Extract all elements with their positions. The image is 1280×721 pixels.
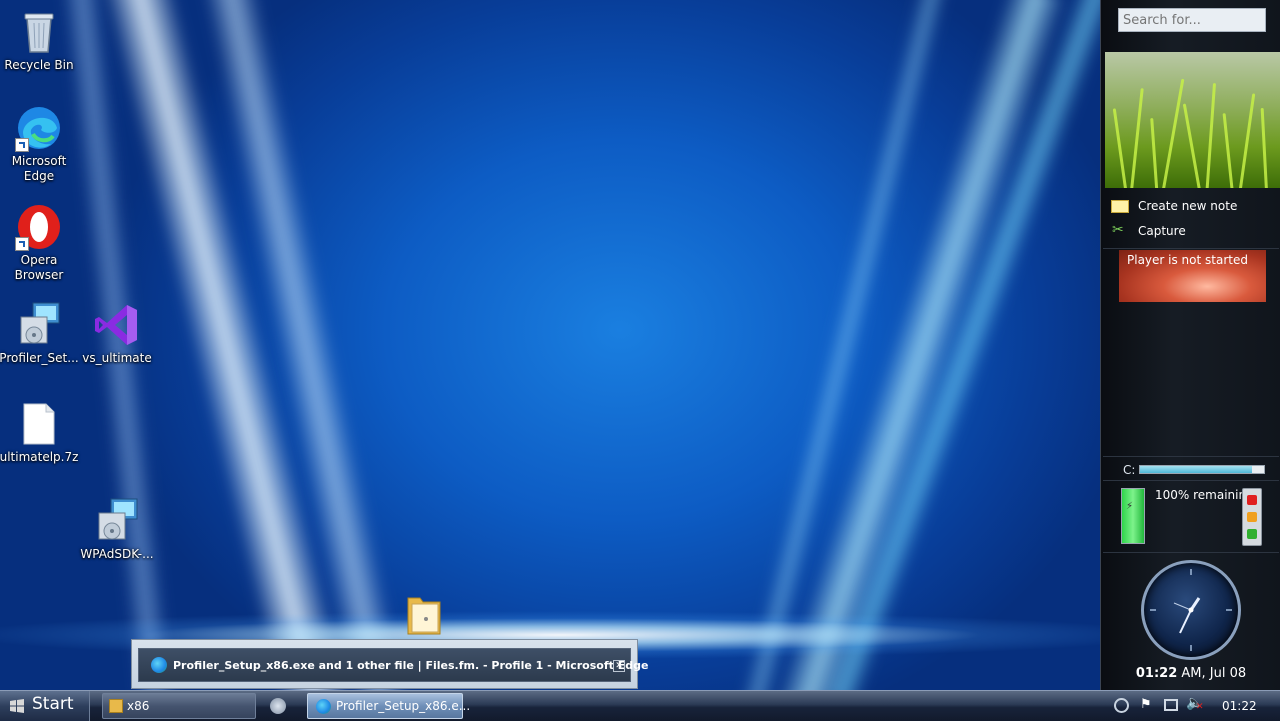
taskbar-item-x86[interactable]: x86: [102, 693, 256, 719]
network-icon[interactable]: [1164, 699, 1178, 711]
folder-icon: [109, 699, 123, 713]
edge-icon: [316, 699, 331, 714]
sidebar-divider: [1103, 248, 1279, 249]
desktop-icon-recycle-bin[interactable]: Recycle Bin: [0, 8, 79, 73]
visual-studio-icon: [93, 301, 141, 349]
red-light-icon: [1247, 495, 1257, 505]
dragged-folder-icon[interactable]: [406, 594, 444, 636]
close-icon[interactable]: ✕: [613, 660, 625, 672]
create-new-note-item[interactable]: Create new note: [1109, 197, 1279, 217]
battery-fill: [1122, 489, 1144, 543]
plug-icon: ⚡: [1126, 501, 1134, 512]
window-preview-title: Profiler_Setup_x86.exe and 1 other file …: [173, 659, 649, 672]
scissors-icon: ✂: [1112, 222, 1124, 238]
shortcut-arrow-icon: [15, 237, 29, 251]
clock-second-hand: [1173, 602, 1192, 611]
capture-label: Capture: [1138, 224, 1186, 238]
desktop-icon-label: Opera Browser: [14, 253, 64, 282]
desktop-icon-vs-ultimate[interactable]: vs_ultimate: [77, 301, 157, 366]
file-icon: [15, 400, 63, 448]
desktop-icon-label: vs_ultimate: [82, 351, 152, 365]
sidebar-search-input[interactable]: [1118, 8, 1266, 32]
opera-icon: [15, 203, 63, 251]
drive-usage-fill: [1140, 466, 1252, 473]
show-desktop-icon[interactable]: [270, 698, 286, 714]
edge-icon: [15, 104, 63, 152]
note-icon: [1111, 200, 1129, 213]
clock-minute-hand: [1179, 609, 1192, 634]
drive-label: C:: [1123, 463, 1136, 477]
language-icon[interactable]: [1114, 698, 1129, 713]
player-status-text: Player is not started: [1127, 253, 1248, 267]
clock-time: 01:22: [1135, 666, 1178, 681]
battery-meter: ⚡: [1121, 488, 1145, 544]
analog-clock-gadget[interactable]: [1141, 560, 1241, 660]
media-player-gadget[interactable]: Player is not started: [1119, 250, 1266, 302]
desktop-icon-ultimatelp-7z[interactable]: ultimatelp.7z: [0, 400, 79, 465]
sidebar: Create new note ✂ Capture Player is not …: [1100, 0, 1280, 690]
system-tray: ⚑ 🔈 ✕ 01:22: [1100, 691, 1280, 721]
create-new-note-label: Create new note: [1138, 199, 1238, 213]
clock-digital-readout: 01:22 AM, Jul 08: [1101, 666, 1280, 681]
installer-icon: [15, 301, 63, 349]
recycle-bin-icon: [15, 8, 63, 56]
desktop-icon-microsoft-edge[interactable]: Microsoft Edge: [0, 104, 79, 184]
start-label: Start: [32, 694, 74, 714]
desktop-icon-label: WPAdSDK-...: [80, 547, 154, 561]
installer-icon: [93, 497, 141, 545]
wallpaper-beam: [775, 0, 1068, 690]
desktop-icon-label: Recycle Bin: [4, 58, 74, 72]
sidebar-divider: [1103, 456, 1279, 457]
sidebar-divider: [1103, 552, 1279, 553]
start-button[interactable]: Start: [0, 691, 90, 721]
slideshow-gadget[interactable]: [1105, 52, 1280, 188]
drive-meter-gadget: C:: [1123, 463, 1273, 477]
amber-light-icon: [1247, 512, 1257, 522]
desktop-icon-label: Microsoft Edge: [11, 154, 67, 183]
desktop-icon-wpadsdk[interactable]: WPAdSDK-...: [77, 497, 157, 562]
edge-icon: [151, 657, 167, 673]
capture-item[interactable]: ✂ Capture: [1109, 222, 1279, 242]
drive-usage-bar: [1139, 465, 1265, 474]
taskbar-item-profiler-setup[interactable]: Profiler_Setup_x86.e...: [307, 693, 470, 719]
taskbar-window-preview[interactable]: Profiler_Setup_x86.exe and 1 other file …: [131, 639, 648, 689]
desktop-background[interactable]: Recycle Bin Microsoft Edge Opera Browser: [0, 0, 1100, 690]
taskbar: Start x86 Profiler_Setup_x86.e... ⚑ 🔈 ✕ 0…: [0, 690, 1280, 721]
green-light-icon: [1247, 529, 1257, 539]
desktop-icon-opera-browser[interactable]: Opera Browser: [0, 203, 79, 283]
desktop-icon-label: ultimatelp.7z: [0, 450, 79, 464]
windows-logo-icon: [9, 698, 25, 714]
desktop-icon-label: Profiler_Set...: [0, 351, 79, 365]
shortcut-arrow-icon: [15, 138, 29, 152]
battery-status-text: 100% remaining: [1155, 488, 1254, 502]
wallpaper-beam: [820, 0, 1100, 690]
tray-clock[interactable]: 01:22: [1222, 699, 1257, 713]
desktop-icon-profiler-setup[interactable]: Profiler_Set...: [0, 301, 79, 366]
volume-muted-icon[interactable]: 🔈 ✕: [1186, 695, 1204, 712]
power-status-lights: [1242, 488, 1262, 546]
action-center-flag-icon[interactable]: ⚑: [1140, 697, 1152, 712]
sidebar-divider: [1103, 480, 1279, 481]
taskbar-item-label: Profiler_Setup_x86.e...: [336, 699, 471, 713]
clock-date: AM, Jul 08: [1181, 666, 1247, 681]
window-preview-title-bar[interactable]: Profiler_Setup_x86.exe and 1 other file …: [138, 648, 648, 682]
taskbar-item-label: x86: [127, 699, 150, 713]
